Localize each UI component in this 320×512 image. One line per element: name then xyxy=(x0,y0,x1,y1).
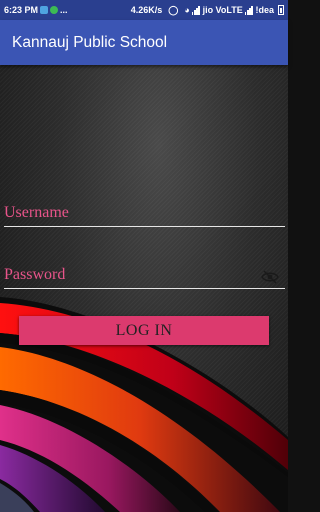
network-speed: 4.26K/s xyxy=(130,5,163,15)
carrier-2: !dea xyxy=(255,5,274,15)
alarm-icon: ◯ xyxy=(168,4,179,15)
app-title: Kannauj Public School xyxy=(12,33,168,51)
username-label: Username xyxy=(4,204,69,221)
carrier-1: jio VoLTE xyxy=(202,5,243,15)
wifi-icon: ◕ xyxy=(184,5,190,15)
battery-icon xyxy=(278,5,284,15)
signal-icon xyxy=(191,5,201,15)
whatsapp-icon xyxy=(50,6,59,14)
signal-icon-2 xyxy=(244,5,254,15)
username-field[interactable]: Username xyxy=(4,199,285,227)
notification-icon xyxy=(40,6,49,14)
status-more: ... xyxy=(60,5,68,15)
app-bar: Kannauj Public School xyxy=(0,20,288,65)
login-screen: Username Password LOG IN xyxy=(0,65,288,512)
password-field[interactable]: Password xyxy=(4,262,285,289)
password-label: Password xyxy=(4,266,66,283)
login-button-label: LOG IN xyxy=(115,321,173,339)
eye-off-icon[interactable] xyxy=(261,270,279,284)
login-button[interactable]: LOG IN xyxy=(19,316,269,345)
status-bar: 6:23 PM ... 4.26K/s ◯ ◕ jio VoLTE !dea xyxy=(0,0,288,20)
status-time: 6:23 PM xyxy=(4,5,39,15)
